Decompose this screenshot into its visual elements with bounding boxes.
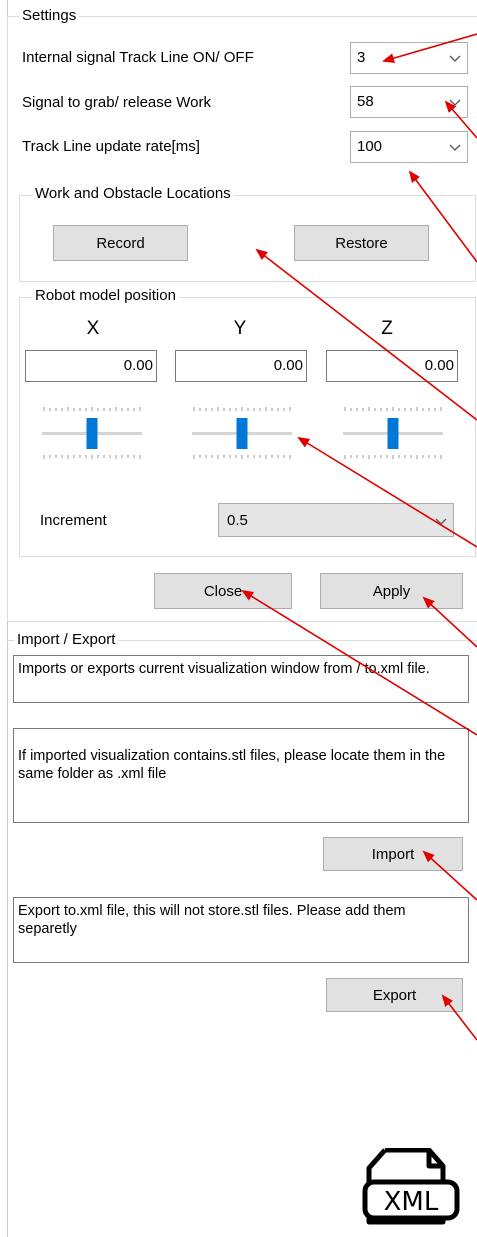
annotation-arrows xyxy=(241,33,477,1041)
arrow-record-area xyxy=(255,248,477,421)
arrow-export xyxy=(441,994,477,1041)
arrow-track-line xyxy=(382,33,477,64)
arrow-update-rate xyxy=(408,170,477,263)
arrow-close xyxy=(241,589,477,736)
arrow-y-slider xyxy=(297,436,477,548)
arrow-apply xyxy=(422,596,477,648)
arrow-grab-signal xyxy=(444,100,477,139)
arrow-import xyxy=(422,850,477,901)
